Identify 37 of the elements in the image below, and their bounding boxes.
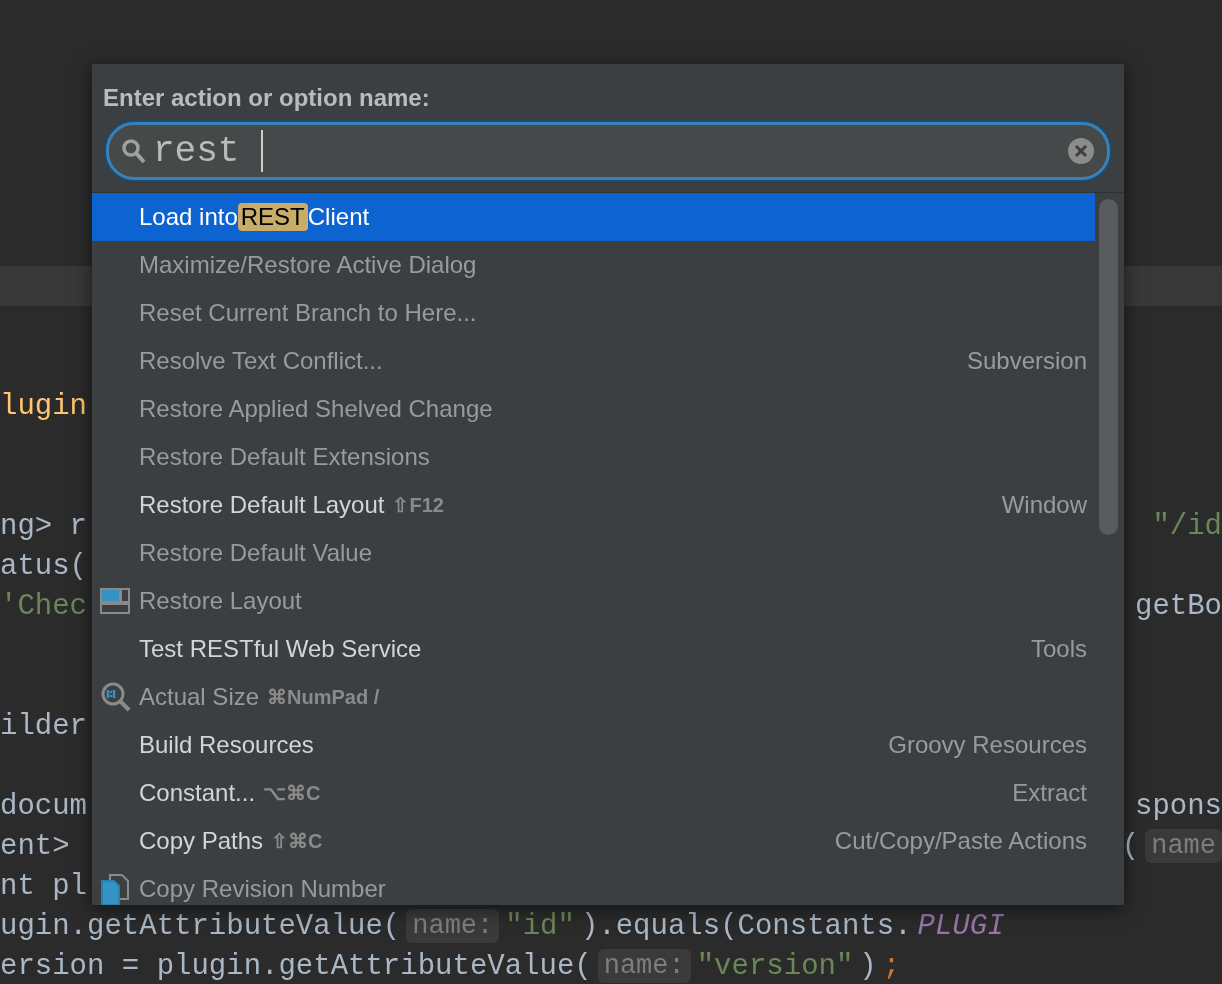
- code-text: ersion = plugin.getAttributeValue(: [0, 949, 592, 983]
- action-item[interactable]: Load into REST Client: [92, 193, 1095, 241]
- code-text: "id": [505, 909, 575, 943]
- clear-icon[interactable]: [1067, 137, 1095, 165]
- parameter-hint: name:: [406, 909, 500, 943]
- code-text: (: [1121, 829, 1140, 863]
- action-item[interactable]: Copy Paths ⇧⌘C Cut/Copy/Paste Actions: [92, 817, 1095, 865]
- code-text: spons: [1135, 789, 1222, 823]
- code-text: 'Chec: [0, 589, 87, 623]
- search-icon: [121, 137, 147, 165]
- code-text: docum: [0, 789, 87, 823]
- code-text: ).equals(Constants.: [580, 909, 912, 943]
- code-text: getBo: [1135, 589, 1222, 623]
- code-text: ): [859, 949, 877, 983]
- code-text: PLUGI: [917, 909, 1005, 943]
- popup-title: Enter action or option name:: [102, 83, 431, 112]
- code-text: "/id: [1152, 509, 1222, 543]
- action-item[interactable]: Restore Default Layout ⇧F12 Window: [92, 481, 1095, 529]
- copy-icon: [100, 873, 130, 905]
- code-text: nt pl: [0, 869, 87, 903]
- search-field[interactable]: rest: [106, 122, 1110, 180]
- magnifier-icon: [100, 681, 132, 713]
- code-text: ent>: [0, 829, 70, 863]
- action-item[interactable]: Test RESTful Web Service Tools: [92, 625, 1095, 673]
- parameter-hint: name: [1145, 829, 1222, 863]
- code-text: ;: [882, 949, 901, 983]
- layout-icon: [100, 585, 130, 615]
- code-text: ugin.getAttributeValue(: [0, 909, 401, 943]
- parameter-hint: name:: [597, 949, 691, 983]
- code-text: ng> r: [0, 509, 87, 543]
- action-item[interactable]: Build Resources Groovy Resources: [92, 721, 1095, 769]
- code-text: lugin: [0, 389, 87, 423]
- action-item[interactable]: Constant... ⌥⌘C Extract: [92, 769, 1095, 817]
- code-text: atus(: [0, 549, 87, 583]
- scrollbar-thumb[interactable]: [1099, 199, 1118, 535]
- code-text: ilder: [0, 709, 87, 743]
- code-text: "version": [696, 949, 854, 983]
